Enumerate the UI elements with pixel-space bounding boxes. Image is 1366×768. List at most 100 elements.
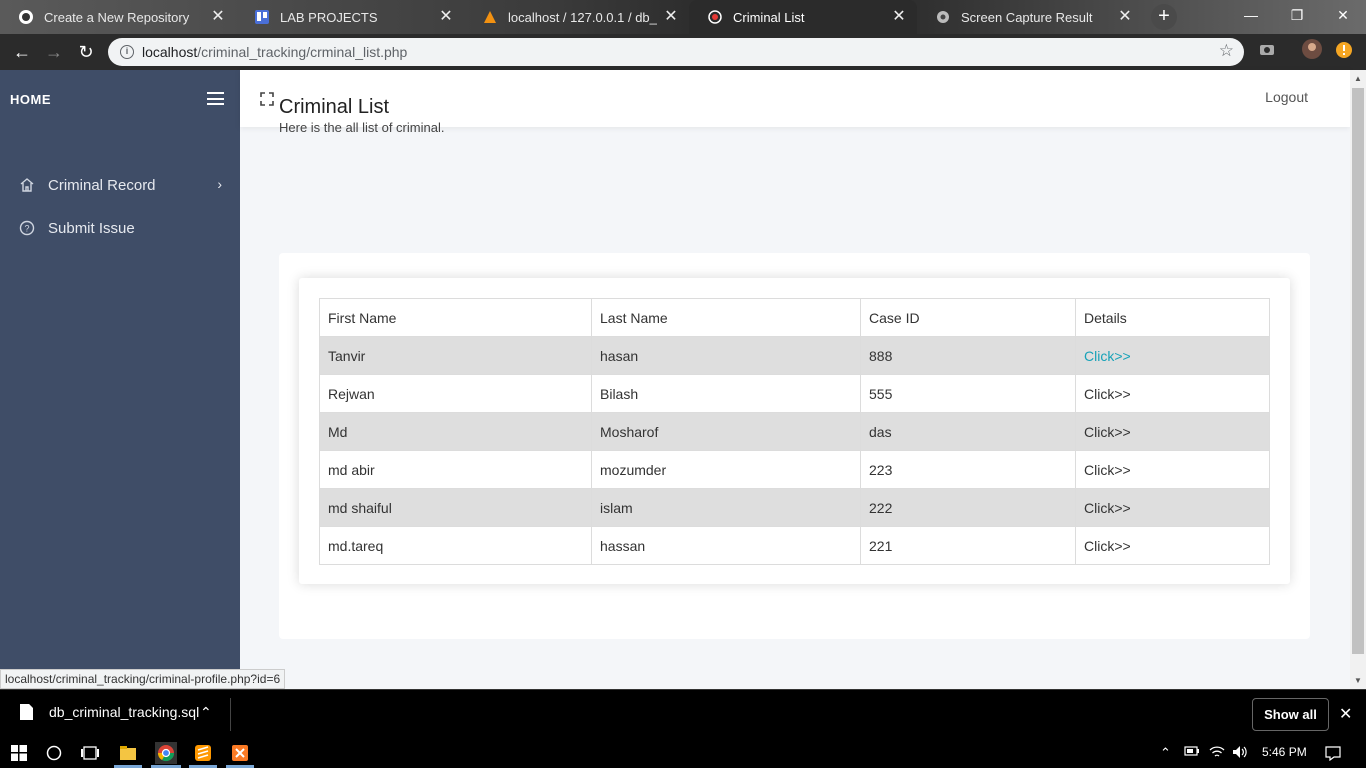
table-cell: Md (319, 412, 592, 451)
scroll-down-arrow-icon[interactable]: ▼ (1350, 676, 1366, 685)
close-icon[interactable]: ✕ (891, 9, 907, 25)
volume-icon[interactable] (1232, 745, 1248, 762)
table-cell: 555 (860, 374, 1076, 413)
chevron-right-icon: › (217, 176, 222, 192)
table-row: md shaiful islam 222 Click>> (319, 488, 1270, 527)
svg-text:?: ? (24, 224, 29, 234)
file-icon (20, 704, 33, 720)
xampp-icon[interactable] (229, 742, 251, 764)
fullscreen-icon[interactable] (259, 91, 275, 107)
column-header: Case ID (860, 298, 1076, 337)
table-cell: Bilash (591, 374, 861, 413)
table-cell: 222 (860, 488, 1076, 527)
browser-tab[interactable]: Create a New Repository ✕ (0, 0, 236, 34)
table-cell: md shaiful (319, 488, 592, 527)
details-cell: Click>> (1075, 488, 1270, 527)
table-row: Md Mosharof das Click>> (319, 412, 1270, 451)
close-icon[interactable]: ✕ (438, 9, 454, 25)
table-cell: Mosharof (591, 412, 861, 451)
table-cell: islam (591, 488, 861, 527)
tray-chevron-up-icon[interactable]: ⌃ (1160, 745, 1171, 761)
details-cell: Click>> (1075, 336, 1270, 375)
windows-start-icon[interactable] (8, 742, 30, 764)
table-row: Rejwan Bilash 555 Click>> (319, 374, 1270, 413)
github-icon (18, 9, 34, 25)
column-header: First Name (319, 298, 592, 337)
info-icon[interactable]: i (120, 45, 134, 59)
tab-title: Screen Capture Result (961, 9, 1093, 25)
file-explorer-icon[interactable] (117, 742, 139, 764)
column-header: Last Name (591, 298, 861, 337)
download-shelf: db_criminal_tracking.sql ⌃ Show all ✕ (0, 689, 1366, 738)
sidebar-item-criminal-record[interactable]: Criminal Record › (0, 165, 240, 205)
table-row: md abir mozumder 223 Click>> (319, 450, 1270, 489)
wifi-icon[interactable] (1209, 745, 1225, 762)
home-label: HOME (10, 91, 51, 107)
browser-tab-active[interactable]: Criminal List ✕ (689, 0, 917, 34)
details-cell: Click>> (1075, 374, 1270, 413)
table-row: Tanvir hasan 888 Click>> (319, 336, 1270, 375)
close-icon[interactable]: ✕ (1117, 9, 1133, 25)
table-cell: Rejwan (319, 374, 592, 413)
clock-time[interactable]: 5:46 PM (1262, 745, 1307, 759)
table-cell: hasan (591, 336, 861, 375)
scroll-up-arrow-icon[interactable]: ▲ (1350, 74, 1366, 83)
browser-tab[interactable]: LAB PROJECTS ✕ (236, 0, 464, 34)
camera-extension-icon[interactable] (1258, 40, 1276, 63)
cortana-search-icon[interactable] (43, 742, 65, 764)
back-arrow-icon[interactable]: ← (10, 40, 34, 64)
new-tab-button[interactable]: + (1151, 4, 1177, 30)
profile-avatar[interactable] (1302, 39, 1322, 64)
restore-icon[interactable]: ❐ (1274, 0, 1320, 30)
download-item[interactable]: db_criminal_tracking.sql (20, 704, 199, 720)
sidebar-item-label: Submit Issue (48, 219, 135, 237)
table-cell: Tanvir (319, 336, 592, 375)
close-icon[interactable]: ✕ (663, 9, 679, 25)
close-icon[interactable]: ✕ (210, 9, 226, 25)
sidebar-home-link[interactable]: HOME (0, 70, 240, 128)
minimize-icon[interactable]: — (1228, 0, 1274, 30)
window-close-icon[interactable]: ✕ (1320, 0, 1366, 30)
details-link[interactable]: Click>> (1084, 538, 1131, 554)
phpmyadmin-icon (482, 9, 498, 25)
hamburger-menu-icon[interactable] (207, 92, 224, 109)
page-title: Criminal List (279, 96, 390, 118)
divider (230, 698, 231, 731)
show-all-button[interactable]: Show all (1252, 698, 1329, 731)
details-cell: Click>> (1075, 526, 1270, 565)
address-bar[interactable]: i localhost/criminal_tracking/crminal_li… (108, 38, 1244, 66)
details-cell: Click>> (1075, 412, 1270, 451)
browser-toolbar: ← → ↻ i localhost/criminal_tracking/crmi… (0, 34, 1366, 70)
browser-tab[interactable]: Screen Capture Result ✕ (917, 0, 1143, 34)
details-cell: Click>> (1075, 450, 1270, 489)
content-card: First Name Last Name Case ID Details Tan… (279, 253, 1310, 639)
chrome-icon[interactable] (155, 742, 177, 764)
trello-icon (254, 9, 270, 25)
table-cell: 223 (860, 450, 1076, 489)
sublime-text-icon[interactable] (192, 742, 214, 764)
table-cell: hassan (591, 526, 861, 565)
close-icon[interactable]: ✕ (1339, 704, 1352, 724)
details-link[interactable]: Click>> (1084, 424, 1131, 440)
page-scrollbar[interactable]: ▲ ▼ (1350, 70, 1366, 689)
details-link[interactable]: Click>> (1084, 348, 1131, 364)
url-path: /criminal_tracking/crminal_list.php (197, 44, 408, 60)
details-link[interactable]: Click>> (1084, 386, 1131, 402)
reload-icon[interactable]: ↻ (74, 40, 98, 64)
browser-tab[interactable]: localhost / 127.0.0.1 / db_crim ✕ (464, 0, 689, 34)
task-view-icon[interactable] (79, 742, 101, 764)
logout-link[interactable]: Logout (1265, 89, 1308, 105)
chevron-up-icon[interactable]: ⌃ (200, 704, 212, 721)
battery-icon[interactable] (1184, 745, 1200, 760)
update-alert-icon[interactable] (1335, 41, 1353, 64)
details-link[interactable]: Click>> (1084, 500, 1131, 516)
action-center-icon[interactable] (1325, 745, 1341, 764)
table-cell: mozumder (591, 450, 861, 489)
table-row: md.tareq hassan 221 Click>> (319, 526, 1270, 565)
details-link[interactable]: Click>> (1084, 462, 1131, 478)
scrollbar-thumb[interactable] (1352, 88, 1364, 654)
bookmark-star-icon[interactable]: ☆ (1219, 41, 1234, 61)
tab-title: localhost / 127.0.0.1 / db_crim (508, 9, 657, 25)
sidebar-item-submit-issue[interactable]: ? Submit Issue (0, 208, 240, 248)
forward-arrow-icon[interactable]: → (42, 40, 66, 64)
